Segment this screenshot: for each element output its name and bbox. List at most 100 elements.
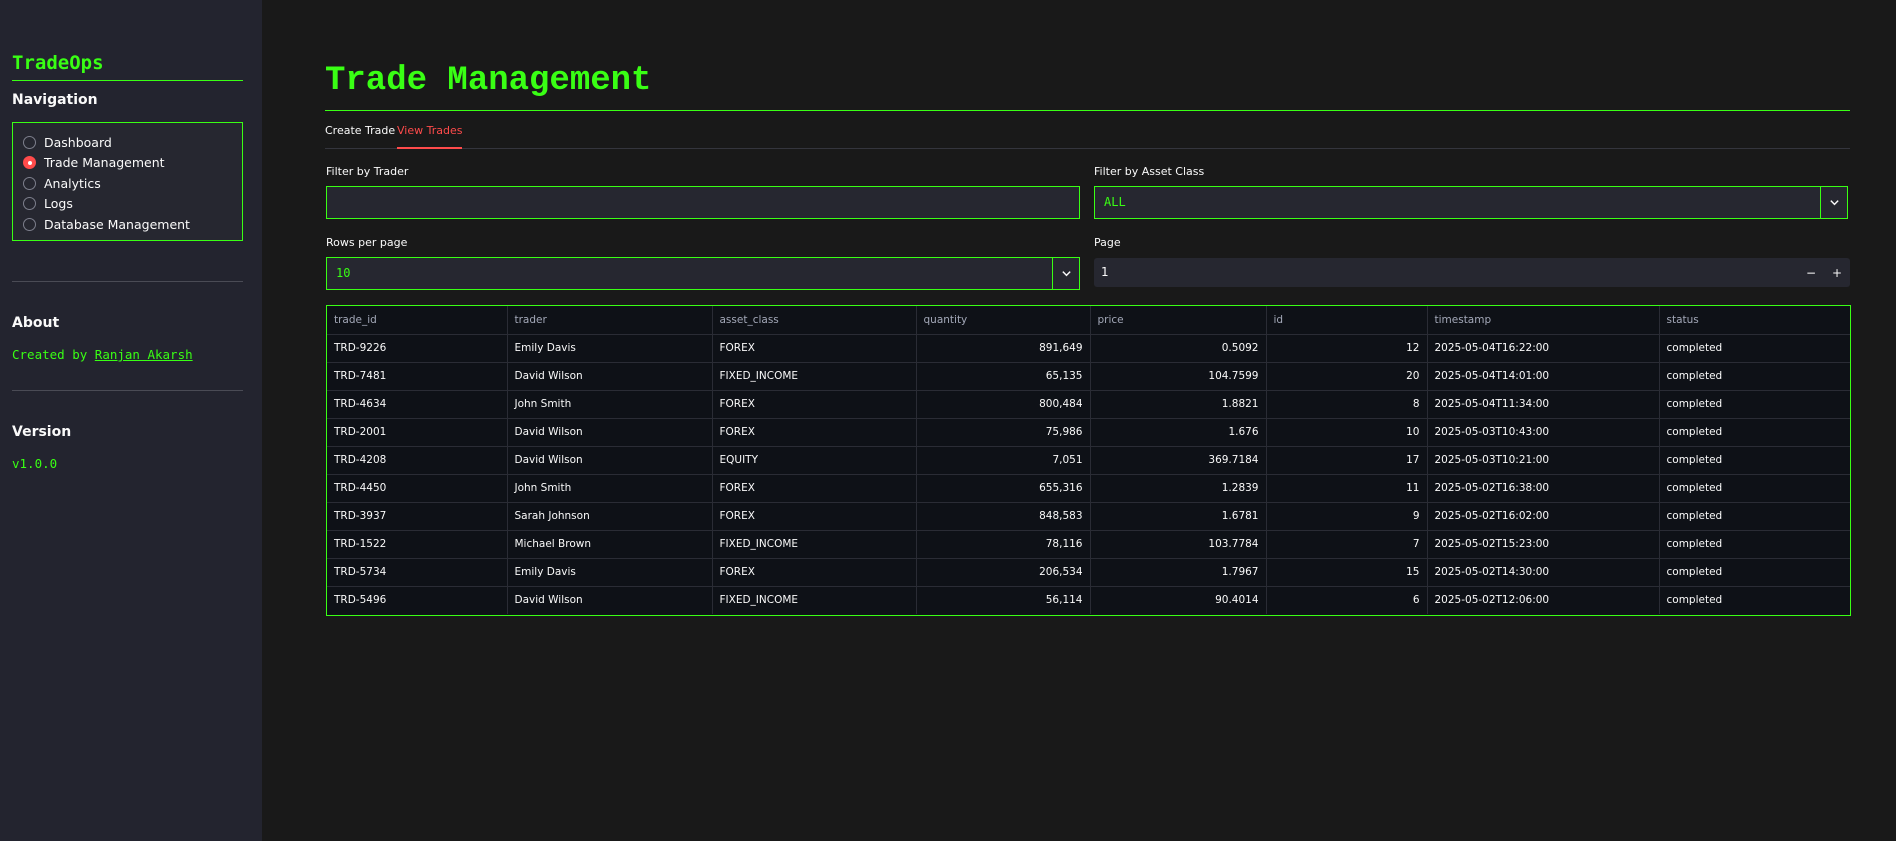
table-cell-status[interactable]: completed (1659, 530, 1850, 559)
table-cell-quantity[interactable]: 75,986 (916, 418, 1091, 447)
table-cell-timestamp[interactable]: 2025-05-04T14:01:00 (1427, 362, 1660, 391)
table-cell-asset-class[interactable]: FIXED_INCOME (712, 586, 917, 614)
page-stepper[interactable]: 1 − + (1094, 258, 1850, 287)
table-cell-trader[interactable]: David Wilson (507, 362, 713, 391)
rows-per-page-select[interactable]: 10 (326, 257, 1080, 290)
table-cell-asset-class[interactable]: FOREX (712, 334, 917, 363)
table-cell-quantity[interactable]: 655,316 (916, 474, 1091, 503)
table-cell-status[interactable]: completed (1659, 502, 1850, 531)
table-cell-trader[interactable]: Emily Davis (507, 334, 713, 363)
table-cell-asset-class[interactable]: FOREX (712, 474, 917, 503)
table-cell-price[interactable]: 90.4014 (1090, 586, 1267, 614)
nav-item-analytics[interactable]: Analytics (13, 173, 242, 194)
table-cell-trade-id[interactable]: TRD-1522 (327, 530, 508, 559)
table-cell-quantity[interactable]: 206,534 (916, 558, 1091, 587)
table-cell-trader[interactable]: John Smith (507, 390, 713, 419)
column-header[interactable]: quantity (916, 306, 1091, 335)
table-cell-id[interactable]: 7 (1266, 530, 1428, 559)
column-header[interactable]: id (1266, 306, 1428, 335)
table-cell-trader[interactable]: John Smith (507, 474, 713, 503)
table-cell-asset-class[interactable]: FOREX (712, 558, 917, 587)
decrement-button[interactable]: − (1798, 258, 1824, 287)
table-cell-id[interactable]: 8 (1266, 390, 1428, 419)
table-cell-asset-class[interactable]: FOREX (712, 502, 917, 531)
table-cell-trade-id[interactable]: TRD-2001 (327, 418, 508, 447)
nav-item-logs[interactable]: Logs (13, 194, 242, 215)
table-cell-quantity[interactable]: 65,135 (916, 362, 1091, 391)
table-cell-price[interactable]: 1.8821 (1090, 390, 1267, 419)
table-cell-asset-class[interactable]: FOREX (712, 418, 917, 447)
table-cell-id[interactable]: 10 (1266, 418, 1428, 447)
table-cell-trade-id[interactable]: TRD-4634 (327, 390, 508, 419)
table-cell-status[interactable]: completed (1659, 558, 1850, 587)
table-cell-id[interactable]: 11 (1266, 474, 1428, 503)
table-cell-timestamp[interactable]: 2025-05-02T16:02:00 (1427, 502, 1660, 531)
table-cell-timestamp[interactable]: 2025-05-04T11:34:00 (1427, 390, 1660, 419)
table-cell-status[interactable]: completed (1659, 446, 1850, 475)
table-cell-trader[interactable]: Sarah Johnson (507, 502, 713, 531)
table-cell-price[interactable]: 1.7967 (1090, 558, 1267, 587)
column-header[interactable]: status (1659, 306, 1850, 335)
table-cell-id[interactable]: 12 (1266, 334, 1428, 363)
table-cell-trade-id[interactable]: TRD-4208 (327, 446, 508, 475)
increment-button[interactable]: + (1824, 258, 1850, 287)
table-cell-quantity[interactable]: 800,484 (916, 390, 1091, 419)
table-cell-price[interactable]: 103.7784 (1090, 530, 1267, 559)
table-cell-id[interactable]: 9 (1266, 502, 1428, 531)
author-link[interactable]: Ranjan Akarsh (95, 347, 193, 362)
table-cell-trade-id[interactable]: TRD-9226 (327, 334, 508, 363)
table-cell-quantity[interactable]: 891,649 (916, 334, 1091, 363)
table-cell-quantity[interactable]: 56,114 (916, 586, 1091, 614)
nav-item-database-management[interactable]: Database Management (13, 214, 242, 235)
table-cell-quantity[interactable]: 7,051 (916, 446, 1091, 475)
table-cell-timestamp[interactable]: 2025-05-02T12:06:00 (1427, 586, 1660, 614)
table-cell-timestamp[interactable]: 2025-05-02T15:23:00 (1427, 530, 1660, 559)
table-cell-trade-id[interactable]: TRD-5734 (327, 558, 508, 587)
chevron-down-icon[interactable] (1820, 187, 1847, 218)
table-cell-timestamp[interactable]: 2025-05-02T16:38:00 (1427, 474, 1660, 503)
column-header[interactable]: asset_class (712, 306, 917, 335)
table-cell-price[interactable]: 1.6781 (1090, 502, 1267, 531)
table-cell-quantity[interactable]: 78,116 (916, 530, 1091, 559)
column-header[interactable]: trader (507, 306, 713, 335)
table-cell-asset-class[interactable]: FIXED_INCOME (712, 530, 917, 559)
column-header[interactable]: trade_id (327, 306, 508, 335)
tab-create-trade[interactable]: Create Trade (325, 124, 395, 149)
column-header[interactable]: price (1090, 306, 1267, 335)
table-cell-price[interactable]: 1.676 (1090, 418, 1267, 447)
table-cell-price[interactable]: 104.7599 (1090, 362, 1267, 391)
table-cell-trade-id[interactable]: TRD-5496 (327, 586, 508, 614)
table-cell-trader[interactable]: Emily Davis (507, 558, 713, 587)
table-cell-price[interactable]: 1.2839 (1090, 474, 1267, 503)
column-header[interactable]: timestamp (1427, 306, 1660, 335)
table-cell-id[interactable]: 6 (1266, 586, 1428, 614)
table-cell-id[interactable]: 15 (1266, 558, 1428, 587)
table-cell-id[interactable]: 20 (1266, 362, 1428, 391)
table-cell-status[interactable]: completed (1659, 418, 1850, 447)
table-cell-timestamp[interactable]: 2025-05-03T10:21:00 (1427, 446, 1660, 475)
table-cell-id[interactable]: 17 (1266, 446, 1428, 475)
table-cell-trader[interactable]: David Wilson (507, 418, 713, 447)
table-cell-status[interactable]: completed (1659, 586, 1850, 614)
table-cell-asset-class[interactable]: EQUITY (712, 446, 917, 475)
nav-item-dashboard[interactable]: Dashboard (13, 132, 242, 153)
table-cell-status[interactable]: completed (1659, 334, 1850, 363)
chevron-down-icon[interactable] (1052, 258, 1079, 289)
nav-item-trade-management[interactable]: Trade Management (13, 153, 242, 174)
table-cell-timestamp[interactable]: 2025-05-03T10:43:00 (1427, 418, 1660, 447)
table-cell-trader[interactable]: David Wilson (507, 446, 713, 475)
table-cell-price[interactable]: 369.7184 (1090, 446, 1267, 475)
table-cell-timestamp[interactable]: 2025-05-02T14:30:00 (1427, 558, 1660, 587)
filter-trader-input[interactable] (327, 187, 1079, 218)
table-cell-trade-id[interactable]: TRD-4450 (327, 474, 508, 503)
table-cell-asset-class[interactable]: FOREX (712, 390, 917, 419)
table-cell-asset-class[interactable]: FIXED_INCOME (712, 362, 917, 391)
table-cell-status[interactable]: completed (1659, 362, 1850, 391)
table-cell-status[interactable]: completed (1659, 390, 1850, 419)
table-cell-status[interactable]: completed (1659, 474, 1850, 503)
table-cell-timestamp[interactable]: 2025-05-04T16:22:00 (1427, 334, 1660, 363)
table-cell-trader[interactable]: David Wilson (507, 586, 713, 614)
table-cell-price[interactable]: 0.5092 (1090, 334, 1267, 363)
table-cell-trade-id[interactable]: TRD-7481 (327, 362, 508, 391)
filter-asset-select[interactable]: ALL (1094, 186, 1848, 219)
